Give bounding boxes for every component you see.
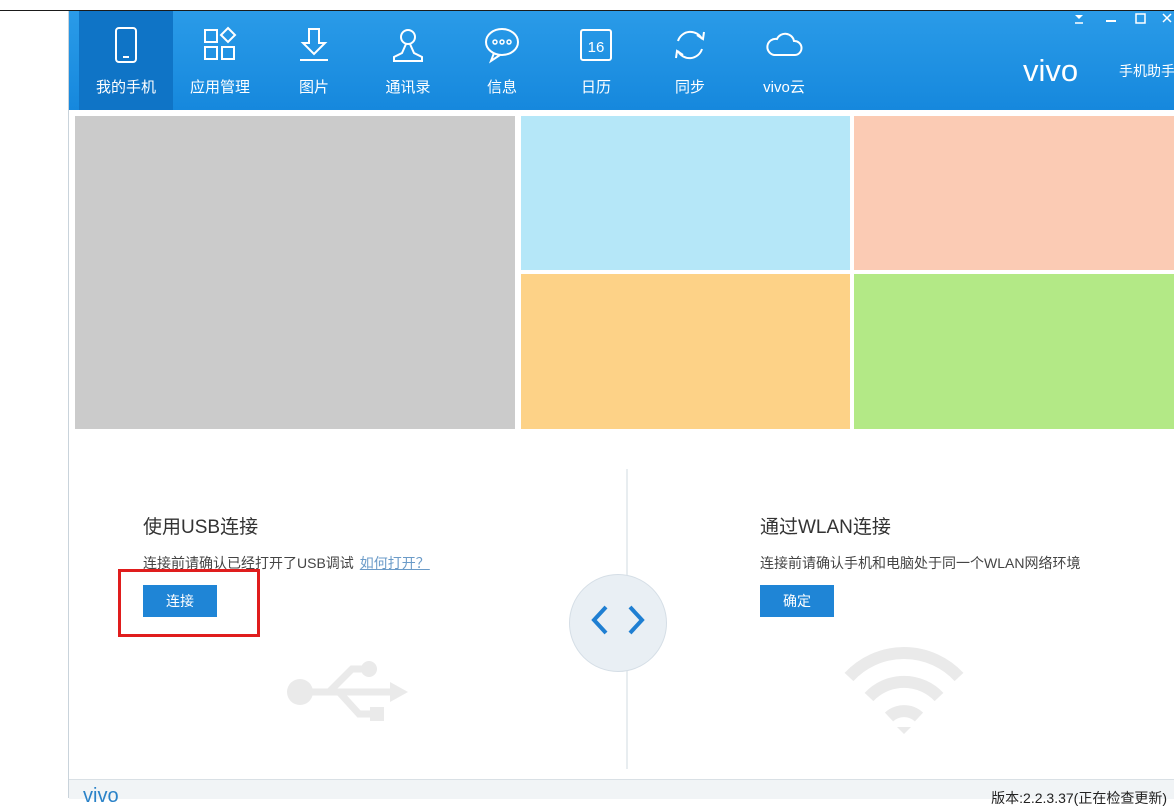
app-window: 我的手机 应用管理 图片 通讯录 信息 16 日历 同步 vivo云 vivo … (68, 11, 1174, 806)
vivo-logo: vivo (1023, 57, 1078, 85)
download-icon (300, 28, 328, 61)
svg-text:vivo: vivo (83, 786, 119, 802)
nav-item-sync[interactable]: 同步 (643, 11, 737, 110)
nav-label: 日历 (580, 79, 611, 96)
how-to-open-link[interactable]: 如何打开？ (360, 555, 430, 571)
cloud-icon (766, 32, 803, 56)
nav-item-pictures[interactable]: 图片 (267, 11, 361, 110)
tile-gray[interactable] (75, 116, 515, 429)
nav-label: 我的手机 (95, 79, 156, 96)
wlan-section-desc: 连接前请确认手机和电脑处于同一个WLAN网络环境 (760, 555, 1081, 571)
tile-green[interactable] (854, 274, 1174, 429)
usb-section-title: 使用USB连接 (143, 517, 259, 538)
wlan-confirm-button[interactable]: 确定 (760, 585, 834, 617)
nav-item-calendar[interactable]: 16 日历 (549, 11, 643, 110)
maximize-icon[interactable] (1135, 11, 1147, 28)
usb-icon (287, 661, 408, 721)
main-nav: 我的手机 应用管理 图片 通讯录 信息 16 日历 同步 vivo云 (79, 11, 831, 110)
minimize-icon[interactable] (1105, 11, 1117, 28)
nav-label: vivo云 (763, 79, 805, 96)
tile-salmon[interactable] (854, 116, 1174, 270)
header-bar: 我的手机 应用管理 图片 通讯录 信息 16 日历 同步 vivo云 vivo … (69, 11, 1174, 110)
apps-icon (204, 26, 237, 60)
nav-label: 通讯录 (385, 79, 431, 96)
chevron-right-icon[interactable] (620, 597, 652, 643)
wifi-icon (844, 646, 964, 734)
chevron-left-icon[interactable] (584, 597, 616, 643)
nav-item-vivo-cloud[interactable]: vivo云 (737, 11, 831, 110)
tile-blue[interactable] (521, 116, 850, 270)
contacts-icon (393, 29, 423, 62)
nav-item-messages[interactable]: 信息 (455, 11, 549, 110)
status-bar: vivo 版本:2.2.3.37(正在检查更新) (69, 779, 1174, 806)
calendar-day: 16 (588, 39, 605, 56)
nav-circle (569, 574, 667, 672)
message-icon (485, 28, 519, 64)
nav-label: 图片 (298, 79, 329, 96)
calendar-icon: 16 (580, 29, 612, 61)
connection-panel: 使用USB连接 连接前请确认已经打开了USB调试 如何打开？ 连接 通过WLAN连… (69, 429, 1174, 779)
brand-logo: vivo 手机助手 (1021, 51, 1174, 91)
nav-label: 同步 (674, 79, 705, 96)
skin-dropdown-icon[interactable] (1073, 11, 1085, 28)
usb-connect-button[interactable]: 连接 (143, 585, 217, 617)
nav-label: 应用管理 (189, 79, 250, 96)
tile-grid (75, 116, 1174, 429)
footer-vivo-logo: vivo (83, 786, 119, 802)
nav-item-my-phone[interactable]: 我的手机 (79, 11, 173, 110)
nav-label: 信息 (486, 79, 517, 96)
nav-item-contacts[interactable]: 通讯录 (361, 11, 455, 110)
nav-item-app-manager[interactable]: 应用管理 (173, 11, 267, 110)
brand-subtitle: 手机助手 (1119, 63, 1174, 79)
svg-text:vivo: vivo (1023, 57, 1078, 85)
phone-icon (115, 27, 137, 63)
wlan-section-title: 通过WLAN连接 (760, 517, 891, 538)
tile-orange[interactable] (521, 274, 850, 429)
close-icon[interactable] (1161, 11, 1173, 28)
sync-icon (675, 30, 705, 60)
version-text: 版本:2.2.3.37(正在检查更新) (991, 790, 1167, 806)
